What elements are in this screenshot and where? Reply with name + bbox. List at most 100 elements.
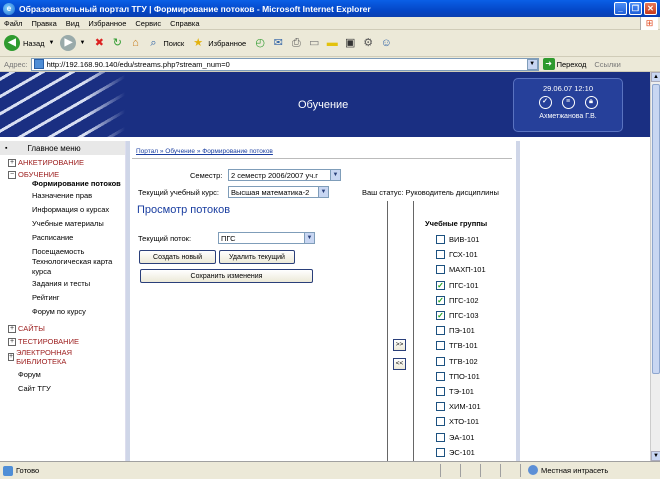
- sidebar-category-library[interactable]: + ЭЛЕКТРОННАЯ БИБЛИОТЕКА: [8, 348, 88, 366]
- menu-edit[interactable]: Правка: [31, 19, 56, 28]
- group-checkbox[interactable]: [436, 265, 445, 275]
- go-button[interactable]: ➜ Переход: [542, 58, 586, 70]
- check-icon[interactable]: ✓: [538, 96, 552, 109]
- address-dropdown-icon[interactable]: ▼: [526, 58, 538, 70]
- group-checkbox[interactable]: [436, 371, 445, 381]
- tools-icon[interactable]: ⚙: [360, 35, 376, 51]
- group-item[interactable]: ХИМ-101: [436, 402, 481, 412]
- home-icon[interactable]: ⌂: [127, 35, 143, 51]
- sidebar-item-tasks[interactable]: Задания и тесты: [32, 279, 125, 289]
- maximize-button[interactable]: ❐: [629, 2, 642, 15]
- course-select[interactable]: Высшая математика-2 ▼: [228, 186, 329, 198]
- sidebar-item-forum-course[interactable]: Форум по курсу: [32, 307, 125, 317]
- group-checkbox[interactable]: [436, 341, 445, 351]
- group-item[interactable]: ✓ ПГС-103: [436, 311, 479, 320]
- group-item[interactable]: ✓ ПГС-101: [436, 280, 479, 290]
- banner-title: Обучение: [298, 99, 349, 111]
- group-item[interactable]: ХТО-101: [436, 417, 479, 427]
- messages-icon[interactable]: ≡: [561, 96, 575, 109]
- group-checkbox[interactable]: ✓: [436, 295, 445, 305]
- delete-stream-button[interactable]: Удалить текущий: [219, 250, 295, 264]
- close-button[interactable]: ✕: [644, 2, 657, 15]
- address-bar: Адрес: http://192.168.90.140/edu/streams…: [0, 57, 660, 72]
- lock-icon[interactable]: 🔒︎: [584, 96, 598, 109]
- group-checkbox[interactable]: [436, 356, 445, 366]
- sidebar-item-rights[interactable]: Назначение прав: [32, 191, 125, 201]
- minimize-button[interactable]: _: [614, 2, 627, 15]
- column-divider-right: [413, 201, 414, 461]
- breadcrumb[interactable]: Портал » Обучение » Формирование потоков: [136, 148, 273, 155]
- group-item[interactable]: ВИВ-101: [436, 235, 479, 244]
- semester-select[interactable]: 2 семестр 2006/2007 уч.г ▼: [228, 169, 341, 181]
- sidebar-item-streams[interactable]: Формирование потоков: [32, 179, 125, 189]
- expand-icon: +: [8, 158, 16, 167]
- menu-file[interactable]: Файл: [4, 19, 22, 28]
- chevron-down-icon: ▼: [318, 187, 328, 197]
- links-button[interactable]: Ссылки: [594, 60, 620, 69]
- menu-tools[interactable]: Сервис: [135, 19, 161, 28]
- forward-button[interactable]: ▶ ▼: [60, 35, 85, 51]
- group-item[interactable]: ЭС-101: [436, 447, 475, 457]
- scroll-thumb[interactable]: [652, 84, 660, 374]
- group-checkbox[interactable]: [436, 402, 445, 412]
- print-icon[interactable]: ⎙: [288, 35, 304, 51]
- group-checkbox[interactable]: [436, 235, 445, 244]
- menu-help[interactable]: Справка: [170, 19, 199, 28]
- group-checkbox[interactable]: ✓: [436, 280, 445, 290]
- group-item[interactable]: ПЭ-101: [436, 326, 475, 336]
- sidebar-item-attendance[interactable]: Посещаемость: [32, 247, 125, 257]
- sidebar-item-schedule[interactable]: Расписание: [32, 233, 125, 243]
- group-checkbox[interactable]: [436, 417, 445, 427]
- save-changes-button[interactable]: Сохранить изменения: [140, 269, 313, 283]
- right-divider: [516, 141, 520, 461]
- sidebar-category-testing[interactable]: + ТЕСТИРОВАНИЕ: [8, 337, 125, 346]
- group-checkbox[interactable]: [436, 387, 445, 396]
- address-input[interactable]: http://192.168.90.140/edu/streams.php?st…: [30, 57, 539, 71]
- group-item[interactable]: ТГВ-101: [436, 341, 478, 351]
- scroll-up-icon[interactable]: ▲: [651, 72, 660, 82]
- messenger-icon[interactable]: ☺: [378, 35, 394, 51]
- sidebar-item-tech-card[interactable]: Технологическая карта курса: [32, 257, 125, 277]
- history-icon[interactable]: ◴: [252, 35, 268, 51]
- edit-icon[interactable]: ▭: [306, 35, 322, 51]
- window-title: Образовательный портал ТГУ | Формировани…: [19, 3, 371, 14]
- stream-select[interactable]: ПГС ▼: [218, 232, 315, 244]
- menu-favorites[interactable]: Избранное: [88, 19, 126, 28]
- sidebar-item-forum[interactable]: Форум: [18, 370, 125, 380]
- group-item[interactable]: ТГВ-102: [436, 356, 478, 366]
- group-checkbox[interactable]: ✓: [436, 311, 445, 320]
- search-button[interactable]: ⌕ Поиск: [145, 35, 184, 51]
- move-left-button[interactable]: <<: [393, 358, 406, 370]
- group-item[interactable]: ГСХ-101: [436, 250, 478, 260]
- mail-icon[interactable]: ✉: [270, 35, 286, 51]
- sidebar-item-materials[interactable]: Учебные материалы: [32, 219, 125, 229]
- menu-view[interactable]: Вид: [66, 19, 80, 28]
- sidebar-category-survey[interactable]: + АНКЕТИРОВАНИЕ: [8, 158, 125, 167]
- toolbar: ◀ Назад ▼ ▶ ▼ ✖ ↻ ⌂ ⌕ Поиск ★ Избранное ◴ ✉ ⎙…: [0, 30, 660, 57]
- refresh-icon[interactable]: ↻: [109, 35, 125, 51]
- folder-icon[interactable]: ▬: [324, 35, 340, 51]
- favorites-button[interactable]: ★ Избранное: [190, 35, 246, 51]
- group-item[interactable]: ТПО-101: [436, 371, 480, 381]
- group-item[interactable]: ЭА-101: [436, 432, 474, 442]
- sidebar-item-rating[interactable]: Рейтинг: [32, 293, 125, 303]
- research-icon[interactable]: ▣: [342, 35, 358, 51]
- scroll-down-icon[interactable]: ▼: [651, 451, 660, 461]
- vertical-scrollbar[interactable]: ▲ ▼: [650, 72, 660, 461]
- group-item[interactable]: МАХП-101: [436, 265, 486, 275]
- group-checkbox[interactable]: [436, 250, 445, 260]
- group-checkbox[interactable]: [436, 447, 445, 457]
- back-button[interactable]: ◀ Назад ▼: [4, 35, 54, 51]
- stop-icon[interactable]: ✖: [91, 35, 107, 51]
- sidebar-item-site[interactable]: Сайт ТГУ: [18, 384, 125, 394]
- group-item[interactable]: ✓ ПГС-102: [436, 295, 479, 305]
- group-checkbox[interactable]: [436, 432, 445, 442]
- sidebar-category-learning[interactable]: − ОБУЧЕНИЕ: [8, 170, 125, 179]
- group-name: ГСХ-101: [449, 250, 478, 260]
- group-checkbox[interactable]: [436, 326, 445, 336]
- sidebar-item-course-info[interactable]: Информация о курсах: [32, 205, 125, 215]
- create-stream-button[interactable]: Создать новый: [139, 250, 216, 264]
- sidebar-category-sites[interactable]: + САЙТЫ: [8, 324, 125, 333]
- group-item[interactable]: ТЭ-101: [436, 387, 474, 396]
- move-right-button[interactable]: >>: [393, 339, 406, 351]
